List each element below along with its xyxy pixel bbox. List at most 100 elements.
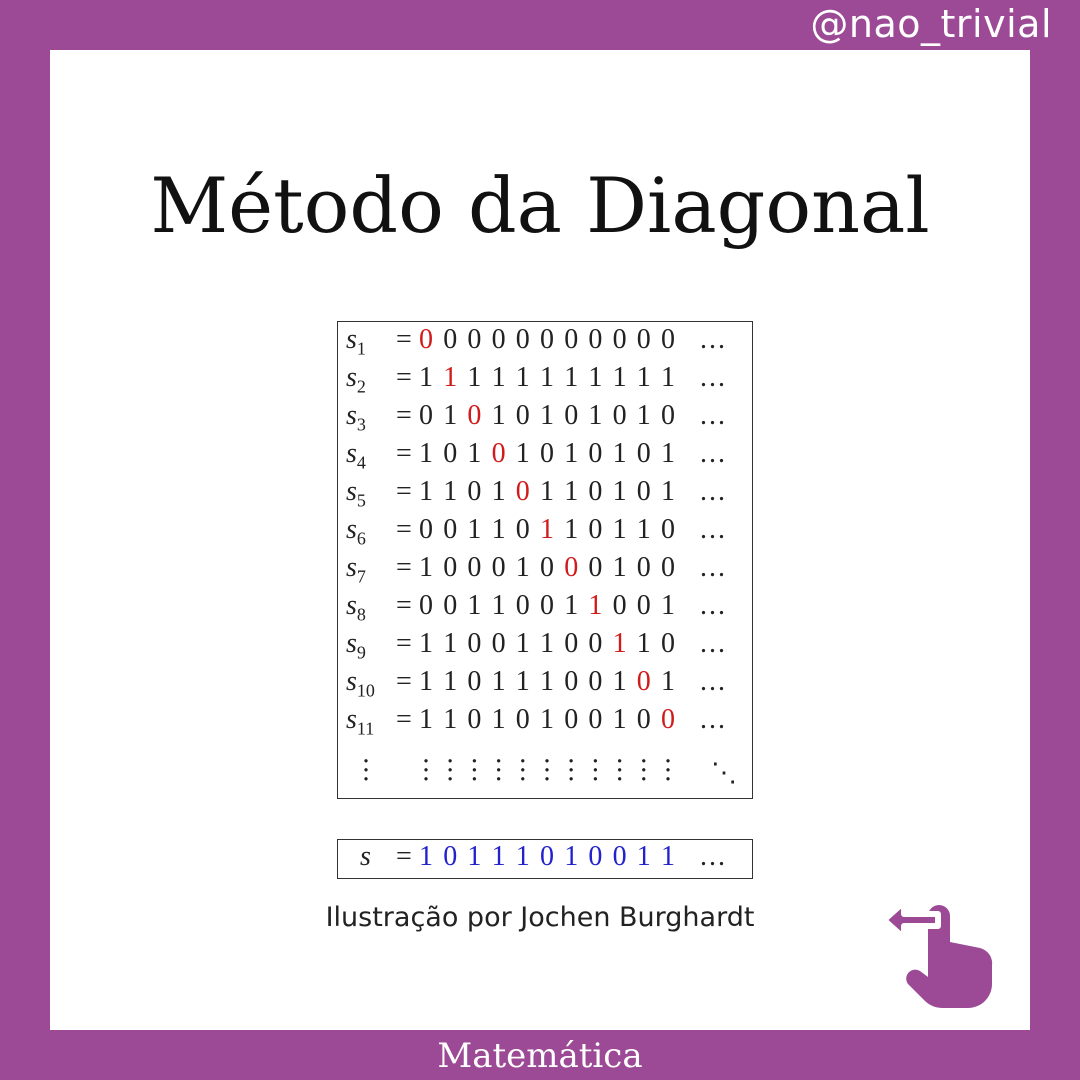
digit: 1 [612,552,627,583]
vertical-dots: ... [421,739,431,787]
equals-sign: = [396,590,412,621]
matrix-row: s11 = 1 1 0 1 0 1 0 0 1 0 0... [338,704,752,742]
result-digit: 0 [443,841,458,872]
digit: 0 [588,628,603,659]
row-label-index: 10 [356,680,375,701]
digit: 1 [612,362,627,393]
digit: 1 [491,704,506,735]
digit: 0 [515,514,530,545]
digit: 1 [588,400,603,431]
vertical-dots: ... [567,739,576,787]
equals-sign: = [396,704,412,735]
digit: 1 [419,476,433,507]
row-ellipsis: ... [700,704,727,735]
digit: 0 [419,514,433,545]
digit: 0 [443,324,458,355]
row-label: s3 [346,400,396,436]
digit: 0 [443,514,458,545]
digit: 0 [636,476,651,507]
digit: 0 [443,590,458,621]
digit: 1 [443,628,458,659]
digit: 0 [467,476,482,507]
matrix-row: s3 = 0 1 0 1 0 1 0 1 0 1 0... [338,400,752,438]
diagonal-digit: 1 [540,514,554,545]
equals-sign: = [396,841,412,872]
digit: 0 [588,476,603,507]
digit: 0 [588,324,603,355]
row-label-index: 5 [356,490,366,511]
digit: 1 [419,438,433,469]
digit: 0 [564,628,579,659]
digit: 1 [443,476,458,507]
digit: 1 [564,590,579,621]
row-label-symbol: s [346,704,357,735]
digit: 1 [540,476,554,507]
diagonal-digit: 0 [636,666,651,697]
digit: 0 [612,400,627,431]
digit: 0 [540,324,554,355]
digit: 1 [419,552,433,583]
row-label-symbol: s [346,590,357,621]
digit: 0 [515,324,530,355]
row-label: s4 [346,438,396,474]
digit: 1 [419,628,433,659]
digit: 1 [564,476,579,507]
digit: 1 [491,400,506,431]
digit: 0 [515,400,530,431]
equals-sign: = [396,438,412,469]
digit: 1 [636,514,651,545]
vertical-dots: ... [494,739,503,787]
row-label: s9 [346,628,396,664]
row-label-index: 2 [356,376,366,397]
digit: 0 [467,552,482,583]
result-digit: 1 [419,841,433,872]
vertical-dots: ... [361,739,371,787]
matrix-row: s6 = 0 0 1 1 0 1 1 0 1 1 0... [338,514,752,552]
digit: 0 [588,552,603,583]
vertical-dots: ... [542,739,552,787]
row-ellipsis: ... [700,590,727,621]
digit: 1 [467,590,482,621]
digit: 0 [540,552,554,583]
digit: 1 [491,476,506,507]
row-label-index: 1 [356,338,366,359]
swipe-left-hand-icon [881,899,993,1008]
digit: 1 [540,628,554,659]
equals-sign: = [396,476,412,507]
digit: 1 [564,362,579,393]
row-ellipsis: ... [700,552,727,583]
digit: 1 [564,514,579,545]
equals-sign: = [396,324,412,355]
vertical-dots: ... [615,739,624,787]
digit: 1 [636,400,651,431]
matrix-row: s5 = 1 1 0 1 0 1 1 0 1 0 1... [338,476,752,514]
digit: 0 [588,438,603,469]
digit: 1 [515,362,530,393]
row-label-symbol: s [346,324,357,355]
digit: 0 [661,400,675,431]
equals-sign: = [396,552,412,583]
diagonal-matrix: s1 = 0 0 0 0 0 0 0 0 0 0 0... s2 = 1 1 1 1 1 1 1 1 1 1 1... s3 = 0 1 0… [337,321,753,799]
row-ellipsis: ... [700,628,727,659]
row-label: s8 [346,590,396,626]
digit: 1 [419,666,433,697]
digit: 0 [419,400,433,431]
digit: 0 [661,324,675,355]
row-label: s6 [346,514,396,550]
result-digit: 1 [467,841,482,872]
matrix-row: s7 = 1 0 0 0 1 0 0 0 1 0 0... [338,552,752,590]
digit: 1 [419,704,433,735]
matrix-row: s1 = 0 0 0 0 0 0 0 0 0 0 0... [338,324,752,362]
digit: 1 [419,362,433,393]
vertical-dots: ... [446,739,455,787]
row-label: s5 [346,476,396,512]
digit: 1 [540,400,554,431]
vertical-dots: ... [663,739,673,787]
vertical-dots: ... [518,739,527,787]
result-digit: 1 [661,841,675,872]
digit: 1 [515,666,530,697]
digit: 1 [491,590,506,621]
diagonal-dots: ⋱ [711,758,737,788]
digit: 1 [636,362,651,393]
vertical-dots: ... [639,739,648,787]
